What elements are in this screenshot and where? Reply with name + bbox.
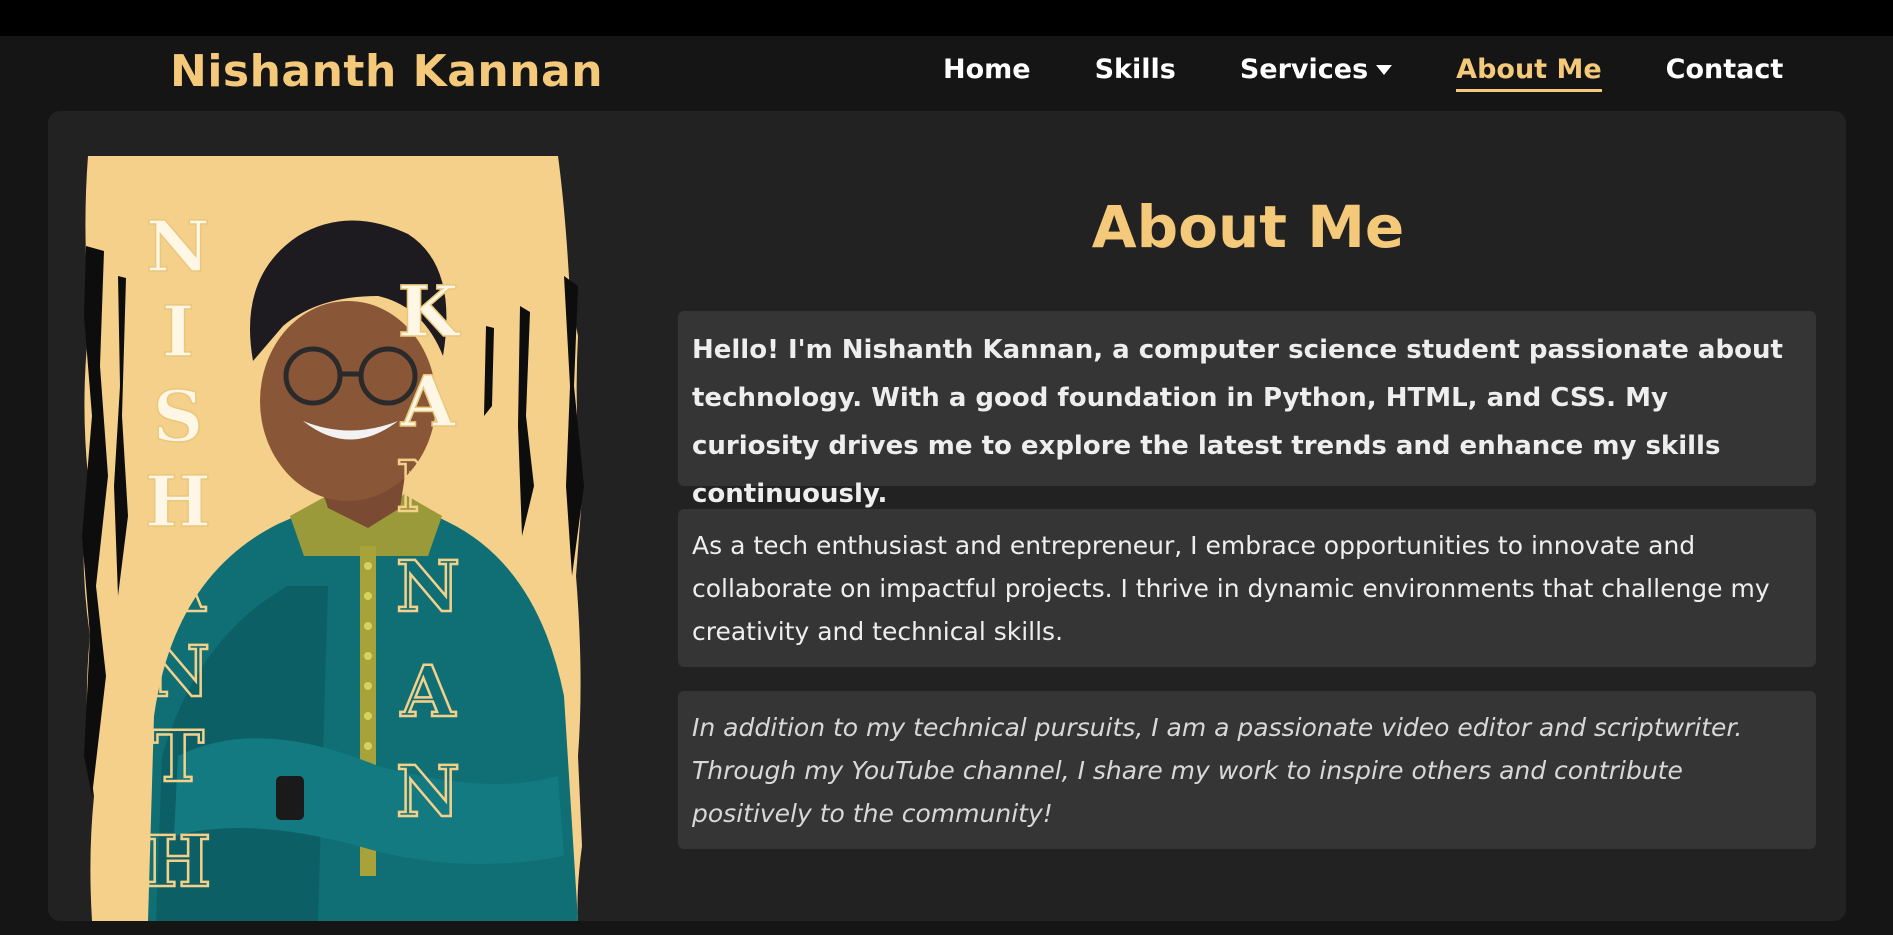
photo-letter: A (400, 650, 457, 733)
photo-letter: H (145, 460, 211, 543)
nav-skills[interactable]: Skills (1095, 54, 1176, 92)
site-header: Nishanth Kannan Home Skills Services Abo… (0, 36, 1893, 111)
photo-letter: T (152, 715, 204, 798)
site-brand[interactable]: Nishanth Kannan (170, 46, 603, 97)
nav-contact[interactable]: Contact (1666, 54, 1784, 92)
photo-letter: S (153, 375, 204, 458)
about-card: N I S H A N T H K A N N A N About Me Hel… (48, 111, 1846, 921)
photo-letter: N (396, 445, 460, 528)
photo-letter: A (150, 545, 207, 628)
about-heading: About Me (1091, 193, 1405, 261)
photo-letter: N (396, 750, 460, 833)
about-intro-paragraph: Hello! I'm Nishanth Kannan, a computer s… (678, 311, 1816, 509)
photo-letter: H (145, 820, 211, 903)
nav-about-me[interactable]: About Me (1456, 54, 1602, 92)
top-black-bar (0, 0, 1893, 36)
profile-photo: N I S H A N T H K A N N A N (82, 156, 584, 921)
photo-letter: A (400, 360, 457, 443)
photo-letter: N (396, 545, 460, 628)
nav-home[interactable]: Home (943, 54, 1031, 92)
photo-letter: N (146, 630, 210, 713)
nav-services-label: Services (1239, 54, 1369, 85)
photo-letter: N (146, 205, 210, 288)
about-entrepreneur-paragraph: As a tech enthusiast and entrepreneur, I… (678, 509, 1816, 667)
nav-services[interactable]: Services (1239, 54, 1393, 92)
about-creative-paragraph: In addition to my technical pursuits, I … (678, 691, 1816, 849)
caret-down-icon (1376, 64, 1393, 75)
photo-letter: K (398, 270, 461, 353)
photo-letter: I (162, 290, 195, 373)
main-nav: Home Skills Services About Me Contact (943, 54, 1783, 92)
